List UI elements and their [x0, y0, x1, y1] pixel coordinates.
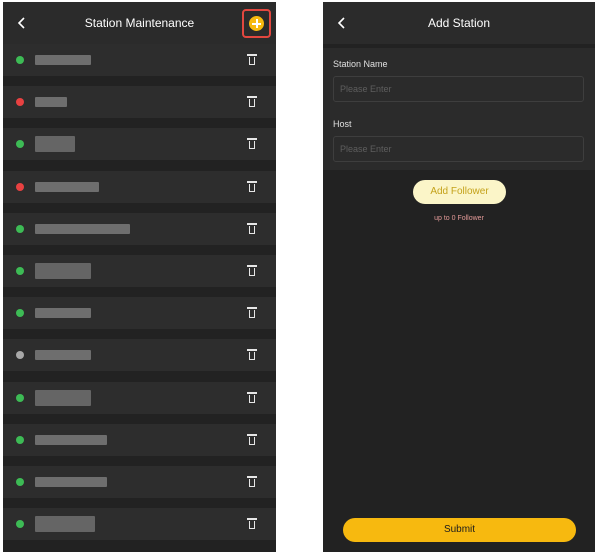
add-station-form: Station Name Host — [323, 48, 595, 170]
add-follower-button[interactable]: Add Follower — [413, 180, 506, 204]
follower-limit-note: up to 0 Follower — [434, 215, 484, 222]
host-label: Host — [333, 119, 352, 129]
nav-bar: Add Station — [323, 2, 595, 44]
station-row[interactable] — [3, 128, 276, 161]
delete-trash-icon[interactable] — [247, 53, 257, 66]
delete-trash-icon[interactable] — [247, 475, 257, 488]
status-dot-icon — [16, 267, 24, 275]
add-station-screen: Add Station Station Name Host Add Follow… — [323, 2, 595, 552]
station-row[interactable] — [3, 508, 276, 541]
station-row[interactable] — [3, 170, 276, 203]
status-dot-icon — [16, 351, 24, 360]
station-row[interactable] — [3, 381, 276, 414]
page-title: Station Maintenance — [84, 16, 195, 30]
station-row[interactable] — [3, 466, 276, 498]
page-title: Add Station — [427, 16, 491, 30]
station-name-input[interactable] — [333, 76, 584, 102]
nav-bar: Station Maintenance — [3, 2, 276, 44]
delete-trash-icon[interactable] — [247, 137, 257, 150]
delete-trash-icon[interactable] — [247, 180, 257, 193]
station-name-redacted — [35, 516, 95, 533]
delete-trash-icon[interactable] — [247, 348, 257, 361]
delete-trash-icon[interactable] — [247, 264, 257, 277]
status-dot-icon — [16, 56, 24, 64]
station-row[interactable] — [3, 339, 276, 372]
delete-trash-icon[interactable] — [247, 433, 257, 446]
station-row[interactable] — [3, 255, 276, 287]
station-name-redacted — [35, 136, 75, 153]
host-input[interactable] — [333, 136, 584, 162]
station-row[interactable] — [3, 44, 276, 76]
status-dot-icon — [16, 182, 24, 191]
delete-trash-icon[interactable] — [247, 222, 257, 235]
status-dot-icon — [16, 224, 24, 233]
status-dot-icon — [16, 435, 24, 444]
station-name-redacted — [35, 97, 67, 108]
station-name-redacted — [35, 181, 99, 192]
station-name-redacted — [35, 389, 91, 406]
delete-trash-icon[interactable] — [247, 517, 257, 530]
station-row[interactable] — [3, 86, 276, 119]
station-name-redacted — [35, 477, 107, 487]
station-row[interactable] — [3, 297, 276, 330]
delete-trash-icon[interactable] — [247, 95, 257, 108]
station-maintenance-screen: Station Maintenance — [3, 2, 276, 552]
station-name-redacted — [35, 55, 91, 65]
station-name-redacted — [35, 434, 107, 445]
station-name-redacted — [35, 263, 91, 279]
station-row[interactable] — [3, 212, 276, 245]
status-dot-icon — [16, 309, 24, 318]
status-dot-icon — [16, 520, 24, 529]
delete-trash-icon[interactable] — [247, 391, 257, 404]
add-station-plus-icon[interactable] — [249, 16, 264, 31]
submit-button[interactable]: Submit — [343, 518, 576, 542]
station-name-redacted — [35, 350, 91, 361]
station-name-redacted — [35, 308, 91, 319]
status-dot-icon — [16, 140, 24, 149]
delete-trash-icon[interactable] — [247, 306, 257, 319]
station-name-redacted — [35, 223, 130, 234]
status-dot-icon — [16, 98, 24, 107]
status-dot-icon — [16, 393, 24, 402]
add-station-highlight — [242, 9, 271, 38]
station-row[interactable] — [3, 423, 276, 456]
status-dot-icon — [16, 478, 24, 486]
station-name-label: Station Name — [333, 59, 388, 69]
